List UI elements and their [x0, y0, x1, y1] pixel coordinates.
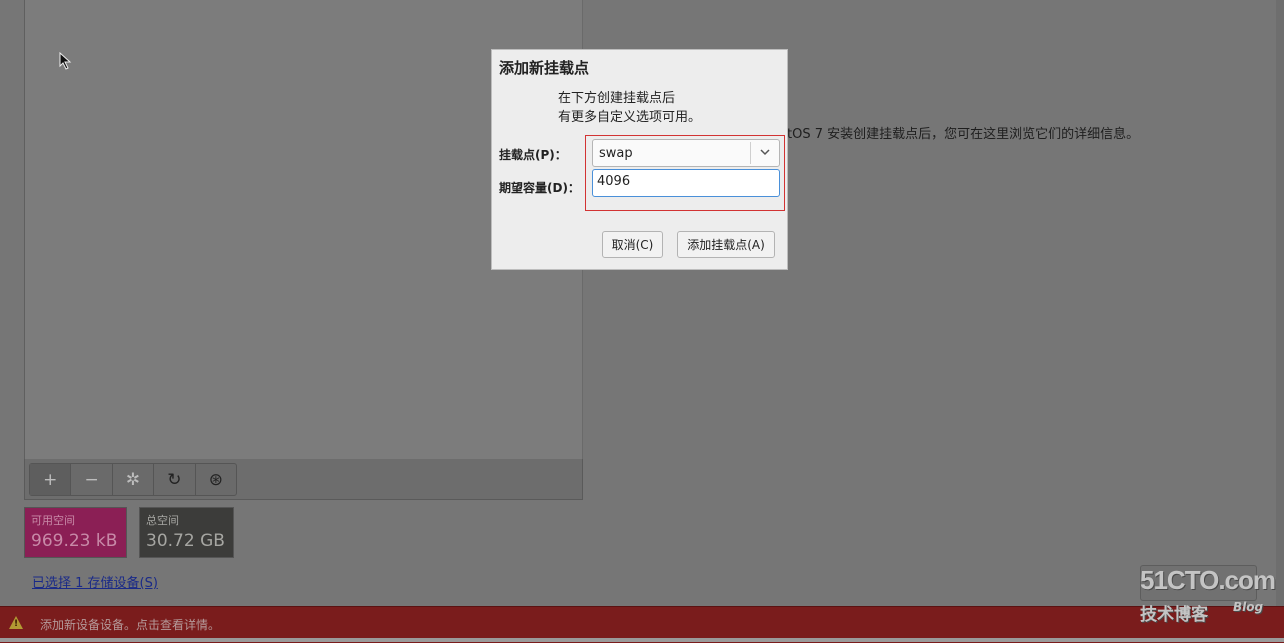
mount-point-combo[interactable]: swap — [592, 139, 780, 167]
window-edge — [1276, 0, 1284, 606]
refresh-button[interactable]: ↻ — [154, 464, 196, 495]
toolbar-button-group: + − ✲ ↻ ⊛ — [29, 463, 237, 496]
chevron-down-icon — [760, 149, 770, 156]
remove-mount-point-button[interactable]: − — [71, 464, 113, 495]
watermark-blog: Blog — [1233, 600, 1264, 614]
partition-toolbar: + − ✲ ↻ ⊛ — [24, 459, 583, 500]
add-mount-point-button[interactable]: + — [30, 464, 72, 495]
total-space-label: 总空间 — [146, 514, 179, 527]
available-space-value: 969.23 kB — [31, 531, 118, 551]
reset-icon: ⊛ — [208, 469, 223, 490]
dialog-description-line2: 有更多自定义选项可用。 — [558, 110, 702, 125]
configure-button[interactable]: ✲ — [113, 464, 155, 495]
selected-storage-link[interactable]: 已选择 1 存储设备(S) — [32, 572, 158, 591]
desired-capacity-input[interactable] — [597, 174, 767, 189]
mouse-pointer-icon — [59, 52, 72, 70]
capacity-label: 期望容量(D)： — [499, 181, 580, 195]
reset-button[interactable]: ⊛ — [196, 464, 236, 495]
plus-icon: + — [43, 469, 58, 490]
total-space-box: 总空间 30.72 GB — [139, 507, 234, 558]
mount-point-value: swap — [599, 146, 633, 161]
bottom-strip — [0, 638, 1284, 642]
configure-icon: ✲ — [125, 469, 141, 490]
combo-separator — [750, 142, 751, 164]
watermark-site: 51CTO.com — [1140, 565, 1276, 595]
dialog-title: 添加新挂载点 — [499, 59, 590, 77]
warning-mark: ! — [14, 619, 19, 629]
mount-point-info-text: tOS 7 安装创建挂载点后，您可在这里浏览它们的详细信息。 — [787, 127, 1140, 142]
add-mount-point-confirm-button[interactable]: 添加挂载点(A) — [677, 231, 775, 258]
refresh-icon: ↻ — [167, 469, 182, 490]
warning-message: 添加新设备设备。点击查看详情。 — [40, 618, 221, 632]
minus-icon: − — [84, 469, 99, 490]
available-space-box: 可用空间 969.23 kB — [24, 507, 127, 558]
watermark-tagline: 技术博客 — [1140, 605, 1208, 625]
available-space-label: 可用空间 — [31, 514, 75, 527]
add-mount-point-dialog: 添加新挂载点 在下方创建挂载点后 有更多自定义选项可用。 挂载点(P)： 期望容… — [491, 49, 788, 270]
cancel-button[interactable]: 取消(C) — [602, 231, 663, 258]
mount-point-label: 挂载点(P)： — [499, 148, 567, 162]
total-space-value: 30.72 GB — [146, 531, 225, 551]
watermark-logo: 51CTO.com 技术博客 Blog — [1140, 565, 1276, 627]
dialog-description: 在下方创建挂载点后 有更多自定义选项可用。 — [558, 89, 701, 127]
dialog-description-line1: 在下方创建挂载点后 — [558, 91, 676, 106]
desired-capacity-field[interactable] — [592, 169, 780, 197]
